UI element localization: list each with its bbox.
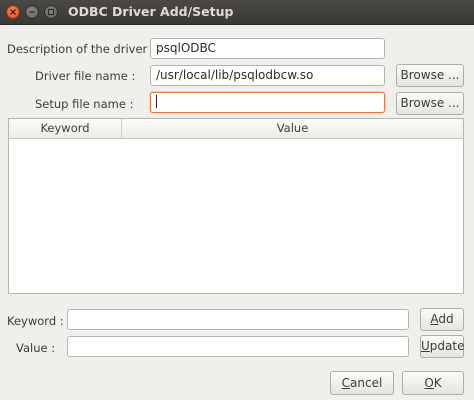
cancel-button[interactable]: Cancel [330,371,394,395]
title-bar: ODBC Driver Add/Setup [0,0,474,25]
description-input[interactable]: psqlODBC [150,38,385,59]
maximize-icon [47,8,55,16]
odbc-driver-setup-dialog: ODBC Driver Add/Setup Description of the… [0,0,474,400]
browse-driver-button[interactable]: Browse ... [396,64,464,87]
table-body[interactable] [9,139,463,293]
add-button[interactable]: Add [420,308,464,331]
close-window-button[interactable] [6,5,20,19]
setup-file-input[interactable] [150,92,385,113]
table-header: Keyword Value [9,119,463,139]
setup-file-label: Setup file name : [35,97,134,111]
window-title: ODBC Driver Add/Setup [68,4,234,19]
driver-file-value: /usr/local/lib/psqlodbcw.so [156,68,314,82]
value-label: Value : [16,341,56,355]
driver-file-label: Driver file name : [35,69,136,83]
close-icon [10,9,16,15]
keyword-label: Keyword : [7,314,64,328]
update-button[interactable]: Update [420,335,464,358]
description-value: psqlODBC [156,41,216,55]
ok-button[interactable]: OK [402,371,464,395]
maximize-window-button[interactable] [44,5,58,19]
minimize-icon [29,11,35,13]
keyword-value-table[interactable]: Keyword Value [8,118,464,294]
browse-setup-button[interactable]: Browse ... [396,92,464,115]
text-caret [156,95,157,108]
description-label: Description of the driver : [7,42,155,56]
column-header-value[interactable]: Value [122,119,463,138]
minimize-window-button[interactable] [25,5,39,19]
keyword-input[interactable] [67,309,409,330]
column-header-keyword[interactable]: Keyword [9,119,122,138]
value-input[interactable] [67,336,409,357]
driver-file-input[interactable]: /usr/local/lib/psqlodbcw.so [150,65,385,86]
